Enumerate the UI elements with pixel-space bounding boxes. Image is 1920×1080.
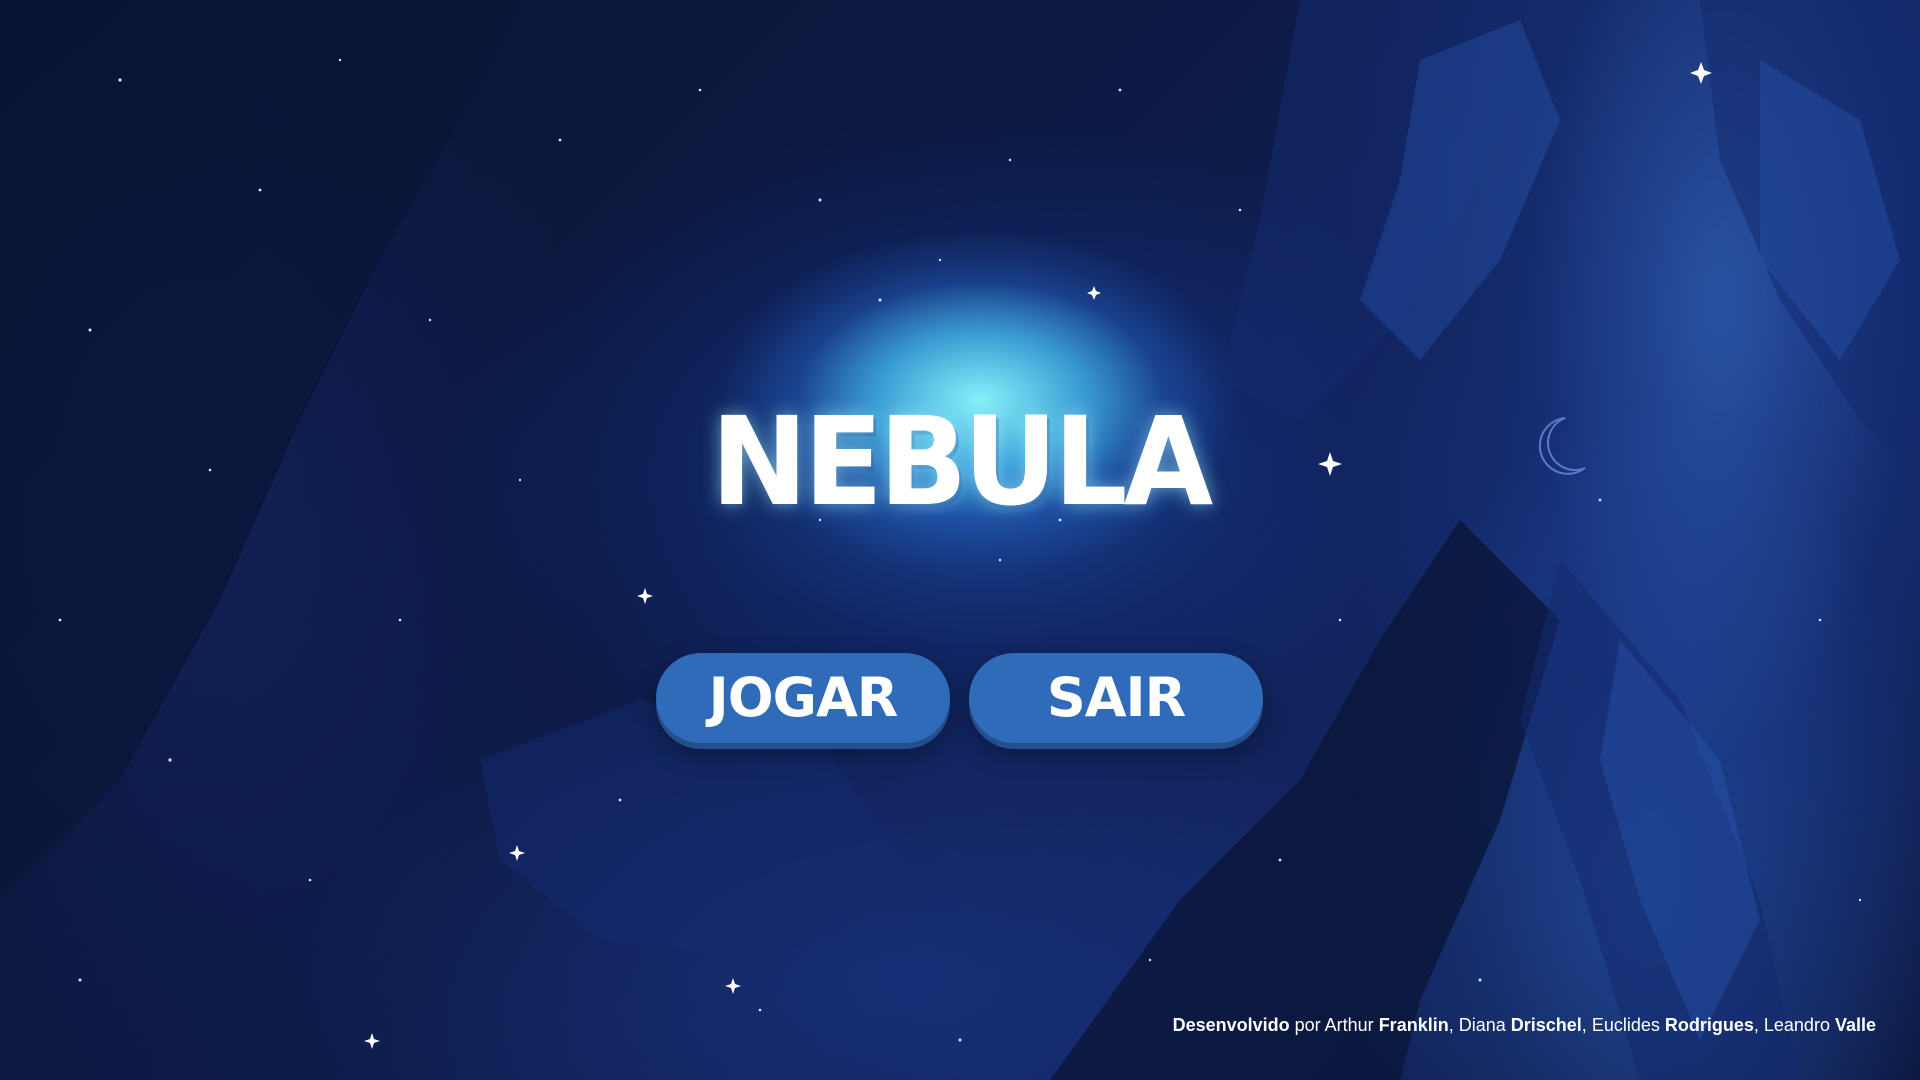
credits-dev4-first: Leandro xyxy=(1763,1015,1835,1035)
credits-sep2: , xyxy=(1581,1015,1592,1035)
credits-by: por xyxy=(1289,1015,1325,1035)
credits-dev1-first: Arthur xyxy=(1324,1015,1379,1035)
credits-prefix: Desenvolvido xyxy=(1172,1015,1290,1035)
main-menu-screen: NEBULA JOGAR SAIR Desenvolvido por Arthu… xyxy=(0,0,1920,1080)
exit-button[interactable]: SAIR xyxy=(969,653,1263,743)
credits-dev2-first: Diana xyxy=(1458,1015,1511,1035)
credits-sep3: , xyxy=(1753,1015,1764,1035)
credits-sep1: , xyxy=(1448,1015,1459,1035)
credits-dev3-first: Euclides xyxy=(1591,1015,1665,1035)
credits-dev1-last: Franklin xyxy=(1378,1015,1449,1035)
developer-credits: Desenvolvido por Arthur Franklin, Diana … xyxy=(1173,1015,1876,1036)
play-button[interactable]: JOGAR xyxy=(656,653,950,743)
credits-dev3-last: Rodrigues xyxy=(1664,1015,1754,1035)
space-background xyxy=(0,0,1920,1080)
game-title: NEBULA xyxy=(710,391,1214,534)
credits-dev4-last: Valle xyxy=(1834,1015,1876,1035)
credits-dev2-last: Drischel xyxy=(1510,1015,1582,1035)
